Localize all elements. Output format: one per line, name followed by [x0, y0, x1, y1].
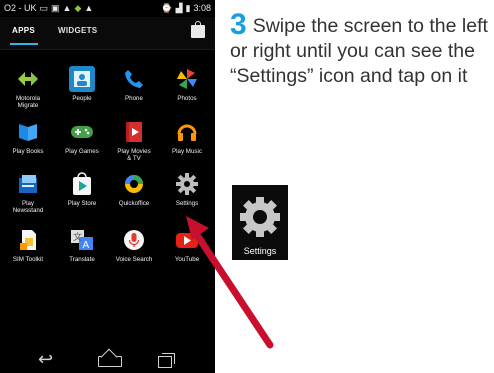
pointer-arrow [186, 216, 274, 349]
